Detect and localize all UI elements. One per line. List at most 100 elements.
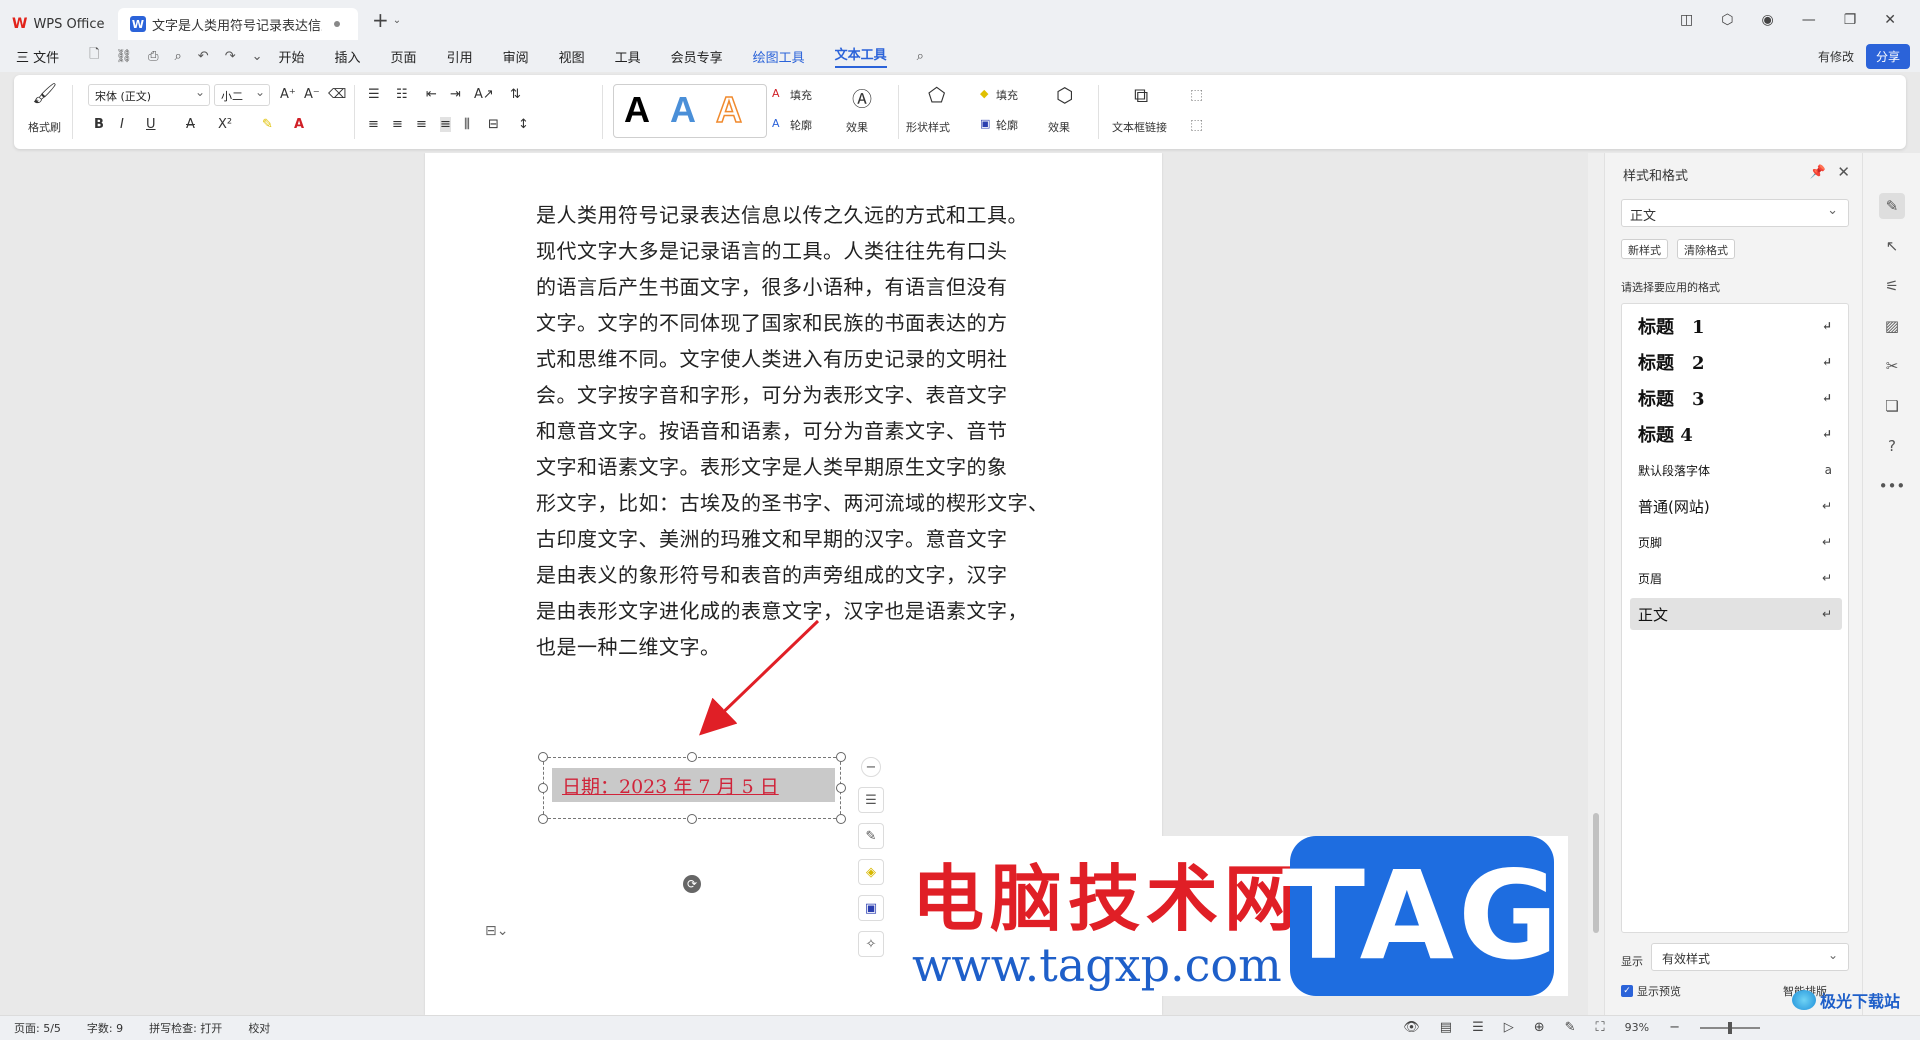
- style-heading-2[interactable]: 标题 2 ↵: [1630, 346, 1842, 378]
- undo-icon[interactable]: ↶: [198, 49, 209, 64]
- web-view-icon[interactable]: ⊕: [1534, 1020, 1545, 1035]
- text-fill-icon[interactable]: A: [772, 87, 780, 100]
- panel-close-icon[interactable]: ✕: [1837, 163, 1850, 181]
- menu-text-tools[interactable]: 文本工具: [834, 44, 887, 68]
- bold-icon[interactable]: B: [94, 117, 104, 132]
- bullet-list-icon[interactable]: ☰: [368, 87, 380, 102]
- wps-home-tab[interactable]: W WPS Office: [0, 8, 118, 40]
- more-icon[interactable]: •••: [1879, 473, 1906, 499]
- highlight-icon[interactable]: ✎: [262, 117, 273, 132]
- select-cursor-icon[interactable]: ↖: [1879, 233, 1905, 259]
- menu-tools[interactable]: 工具: [615, 47, 641, 66]
- clear-format-icon[interactable]: ⌫: [328, 87, 346, 102]
- textbox-link-label[interactable]: 文本框链接: [1112, 119, 1167, 135]
- shape-fill-label[interactable]: 填充: [996, 87, 1018, 103]
- redo-icon[interactable]: ↷: [225, 49, 236, 64]
- has-changes-button[interactable]: 有修改: [1818, 48, 1854, 65]
- zoom-out-icon[interactable]: −: [1669, 1020, 1680, 1035]
- play-icon[interactable]: ▷: [1504, 1020, 1514, 1035]
- textbox-link-icon[interactable]: ⧉: [1134, 83, 1148, 107]
- style-normal-web[interactable]: 普通(网站) ↵: [1630, 490, 1842, 522]
- layout-toggle-icon[interactable]: ◫: [1680, 12, 1693, 28]
- minimize-icon[interactable]: —: [1802, 12, 1816, 28]
- outline-view-icon[interactable]: ☰: [1472, 1020, 1484, 1035]
- show-style-select[interactable]: 有效样式: [1651, 943, 1849, 971]
- art-style-orange[interactable]: A: [715, 88, 743, 131]
- proofread[interactable]: 校对: [248, 1020, 270, 1036]
- checkbox-checked-icon[interactable]: ✓: [1621, 985, 1633, 997]
- shape-outline-icon[interactable]: ▣: [980, 117, 990, 130]
- spell-check[interactable]: 拼写检查: 打开: [149, 1020, 222, 1036]
- text-effects-icon[interactable]: Ⓐ: [852, 83, 872, 112]
- superscript-icon[interactable]: X²: [218, 117, 232, 132]
- font-size-select[interactable]: 小二: [214, 84, 270, 106]
- search-icon[interactable]: ⌕: [917, 49, 924, 64]
- art-style-blue[interactable]: A: [670, 89, 696, 131]
- clear-format-button[interactable]: 清除格式: [1677, 239, 1735, 259]
- justify-icon[interactable]: ≡: [440, 117, 451, 132]
- line-spacing-icon[interactable]: ↕: [518, 117, 529, 132]
- restore-icon[interactable]: ❐: [1844, 12, 1857, 28]
- help-icon[interactable]: ?: [1879, 433, 1905, 459]
- word-count[interactable]: 字数: 9: [87, 1020, 123, 1036]
- font-color-icon[interactable]: A: [294, 117, 304, 132]
- style-heading-1[interactable]: 标题 1 ↵: [1630, 310, 1842, 342]
- menu-drawing-tools[interactable]: 绘图工具: [753, 47, 805, 66]
- shape-effects-label[interactable]: 效果: [1048, 119, 1070, 135]
- menu-start[interactable]: 开始: [279, 47, 305, 66]
- format-painter-label[interactable]: 格式刷: [28, 119, 61, 135]
- menu-member[interactable]: 会员专享: [671, 47, 723, 66]
- create-link-icon[interactable]: ⬚: [1190, 87, 1203, 103]
- link-icon[interactable]: ⛓: [116, 49, 133, 64]
- new-tab-button[interactable]: +: [372, 8, 389, 32]
- shape-fill-icon[interactable]: ◆: [980, 87, 988, 100]
- text-outline-label[interactable]: 轮廓: [790, 117, 812, 133]
- shape-styles-icon[interactable]: ⬠: [928, 83, 945, 107]
- pen-mode-icon[interactable]: ✎: [1565, 1020, 1576, 1035]
- number-list-icon[interactable]: ☷: [396, 87, 408, 102]
- text-align-box-icon[interactable]: ⊟: [488, 117, 499, 132]
- menu-review[interactable]: 审阅: [503, 47, 529, 66]
- image-edit-icon[interactable]: ▨: [1879, 313, 1905, 339]
- more-chevron-icon[interactable]: ⌄: [252, 49, 263, 64]
- italic-icon[interactable]: I: [120, 117, 124, 132]
- align-right-icon[interactable]: ≡: [416, 117, 427, 132]
- align-left-icon[interactable]: ≡: [368, 117, 379, 132]
- format-painter-icon[interactable]: 🖌: [32, 81, 57, 105]
- underline-icon[interactable]: U: [146, 117, 156, 132]
- current-style-select[interactable]: 正文: [1621, 199, 1849, 227]
- close-icon[interactable]: ✕: [1884, 12, 1896, 28]
- pin-icon[interactable]: 📌: [1810, 165, 1826, 180]
- avatar-icon[interactable]: ◉: [1761, 12, 1773, 28]
- document-tab[interactable]: W 文字是人类用符号记录表达信息以传之久远的方式和工具: [118, 8, 358, 40]
- sort-icon[interactable]: ⇅: [510, 87, 521, 102]
- strikethrough-icon[interactable]: A: [186, 117, 195, 132]
- shape-outline-label[interactable]: 轮廓: [996, 117, 1018, 133]
- save-icon[interactable]: 🗋: [89, 45, 99, 67]
- unsaved-dot-icon[interactable]: [334, 21, 340, 27]
- text-fill-label[interactable]: 填充: [790, 87, 812, 103]
- eye-protection-icon[interactable]: 👁: [1403, 1020, 1420, 1035]
- grow-font-icon[interactable]: A⁺: [280, 87, 296, 102]
- scroll-thumb[interactable]: [1593, 813, 1599, 933]
- menu-reference[interactable]: 引用: [447, 47, 473, 66]
- styles-pen-icon[interactable]: ✎: [1879, 193, 1905, 219]
- font-name-select[interactable]: 宋体 (正文): [88, 84, 210, 106]
- increase-indent-icon[interactable]: ⇥: [450, 87, 461, 102]
- fit-page-icon[interactable]: ⛶: [1596, 1020, 1605, 1035]
- shape-effects-icon[interactable]: ⬡: [1056, 83, 1073, 107]
- style-heading-4[interactable]: 标题 4 ↵: [1630, 418, 1842, 450]
- text-direction-icon[interactable]: A↗: [474, 87, 494, 102]
- style-heading-3[interactable]: 标题 3 ↵: [1630, 382, 1842, 414]
- distribute-icon[interactable]: ⫼: [464, 117, 470, 132]
- style-header[interactable]: 页眉 ↵: [1630, 562, 1842, 594]
- cube-icon[interactable]: ⬡: [1721, 12, 1733, 28]
- book-icon[interactable]: ❏: [1879, 393, 1905, 419]
- show-preview-checkbox[interactable]: ✓ 显示预览: [1621, 983, 1681, 999]
- file-menu[interactable]: 三 文件: [16, 47, 59, 66]
- zoom-level[interactable]: 93%: [1625, 1021, 1649, 1034]
- text-effects-label[interactable]: 效果: [846, 119, 868, 135]
- break-link-icon[interactable]: ⬚: [1190, 117, 1203, 133]
- menu-view[interactable]: 视图: [559, 47, 585, 66]
- vertical-scrollbar[interactable]: [1588, 153, 1604, 1015]
